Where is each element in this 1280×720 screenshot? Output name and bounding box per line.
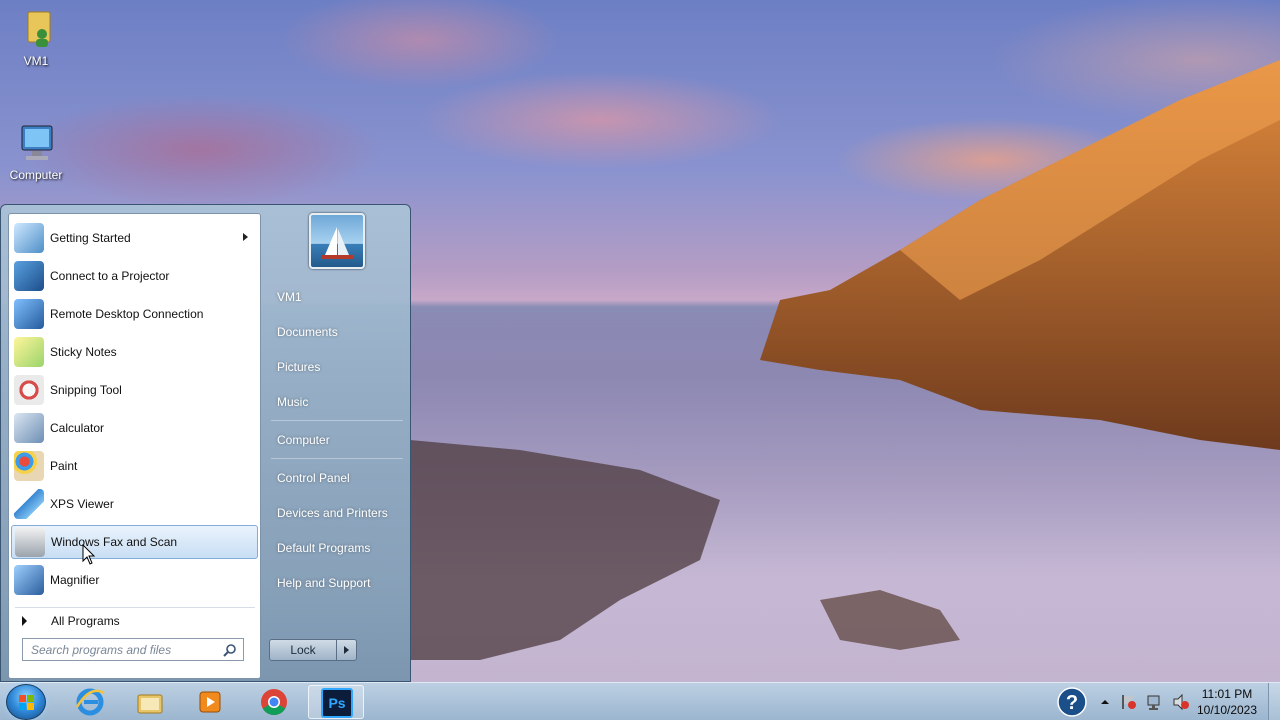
computer-icon (14, 122, 58, 166)
remote-desktop-icon (14, 299, 44, 329)
action-center-flag-icon[interactable] (1120, 693, 1138, 711)
link-vm1[interactable]: VM1 (269, 283, 405, 311)
snipping-tool-icon (14, 375, 44, 405)
program-item-xps-viewer[interactable]: XPS Viewer (11, 487, 258, 521)
program-list: Getting Started Connect to a Projector R… (8, 213, 261, 679)
link-label: Documents (277, 325, 338, 339)
getting-started-icon (14, 223, 44, 253)
clock[interactable]: 11:01 PM 10/10/2023 (1194, 686, 1260, 718)
fax-scan-icon (15, 527, 45, 557)
program-label: Getting Started (50, 231, 131, 245)
shutdown-options-button[interactable] (336, 639, 357, 661)
taskbar-internet-explorer[interactable] (62, 685, 118, 719)
program-label: Connect to a Projector (50, 269, 170, 283)
lock-button[interactable]: Lock (269, 639, 337, 661)
paint-icon (14, 451, 44, 481)
link-label: Control Panel (277, 471, 350, 485)
program-label: Remote Desktop Connection (50, 307, 204, 321)
chevron-right-icon (344, 646, 349, 654)
link-label: Music (277, 395, 309, 409)
start-menu-right-pane: VM1 Documents Pictures Music Computer Co… (263, 205, 410, 681)
help-icon[interactable]: ? (1056, 686, 1088, 718)
divider (271, 420, 403, 421)
program-item-remote-desktop[interactable]: Remote Desktop Connection (11, 297, 258, 331)
desktop-icon-label: Computer (9, 168, 63, 182)
xps-viewer-icon (14, 489, 44, 519)
program-label: Calculator (50, 421, 105, 435)
calculator-icon (14, 413, 44, 443)
program-item-calculator[interactable]: Calculator (11, 411, 258, 445)
photoshop-label: Ps (328, 695, 346, 711)
projector-icon (14, 261, 44, 291)
link-label: Pictures (277, 360, 321, 374)
show-hidden-icons-icon[interactable] (1100, 697, 1110, 707)
media-player-icon (199, 691, 221, 713)
search-input[interactable] (31, 642, 219, 657)
program-label: Windows Fax and Scan (51, 535, 178, 549)
user-avatar[interactable] (309, 213, 365, 269)
divider (15, 607, 255, 608)
program-item-snipping-tool[interactable]: Snipping Tool (11, 373, 258, 407)
file-explorer-icon (137, 694, 163, 714)
volume-muted-icon[interactable] (1172, 693, 1190, 711)
program-item-sticky-notes[interactable]: Sticky Notes (11, 335, 258, 369)
svg-text:?: ? (1066, 692, 1078, 714)
program-label: Magnifier (50, 573, 100, 587)
program-item-magnifier[interactable]: Magnifier (11, 563, 258, 597)
mouse-cursor-icon (82, 544, 96, 565)
link-computer[interactable]: Computer (269, 426, 405, 454)
user-folder-icon (14, 8, 58, 52)
taskbar: Ps ? 11:01 PM 10/10/2023 (0, 682, 1280, 720)
show-desktop-button[interactable] (1268, 683, 1280, 720)
taskbar-media-player[interactable] (182, 685, 238, 719)
clock-date: 10/10/2023 (1196, 703, 1258, 717)
photoshop-icon: Ps (321, 688, 353, 718)
link-music[interactable]: Music (269, 388, 405, 416)
program-label: Sticky Notes (50, 345, 117, 359)
link-label: Computer (277, 433, 330, 447)
link-label: Devices and Printers (277, 506, 388, 520)
program-label: Paint (50, 459, 78, 473)
all-programs-button[interactable]: All Programs (17, 610, 257, 632)
link-control-panel[interactable]: Control Panel (269, 464, 405, 492)
windows-logo-icon (19, 695, 35, 711)
program-item-fax-scan[interactable]: Windows Fax and Scan (11, 525, 258, 559)
search-box[interactable] (22, 638, 244, 661)
chrome-icon (261, 689, 287, 716)
magnifier-icon (14, 565, 44, 595)
desktop-icon-computer[interactable]: Computer (0, 122, 72, 182)
start-menu: Getting Started Connect to a Projector R… (0, 204, 411, 682)
sticky-notes-icon (14, 337, 44, 367)
program-item-getting-started[interactable]: Getting Started (11, 221, 258, 255)
program-label: XPS Viewer (50, 497, 114, 511)
link-label: VM1 (277, 290, 302, 304)
link-pictures[interactable]: Pictures (269, 353, 405, 381)
link-help-support[interactable]: Help and Support (269, 569, 405, 597)
lock-label: Lock (290, 643, 316, 657)
program-item-projector[interactable]: Connect to a Projector (11, 259, 258, 293)
taskbar-file-explorer[interactable] (122, 685, 178, 719)
all-programs-label: All Programs (51, 614, 120, 628)
link-devices-printers[interactable]: Devices and Printers (269, 499, 405, 527)
submenu-arrow-icon[interactable] (243, 233, 248, 241)
link-default-programs[interactable]: Default Programs (269, 534, 405, 562)
program-item-paint[interactable]: Paint (11, 449, 258, 483)
clock-time: 11:01 PM (1201, 687, 1253, 701)
internet-explorer-icon (75, 688, 105, 716)
desktop-icon-label: VM1 (23, 54, 49, 68)
start-button[interactable] (6, 684, 46, 720)
link-label: Default Programs (277, 541, 371, 555)
network-icon[interactable] (1146, 693, 1164, 711)
search-icon[interactable] (223, 643, 237, 657)
link-documents[interactable]: Documents (269, 318, 405, 346)
desktop-icon-vm1[interactable]: VM1 (0, 8, 72, 68)
taskbar-photoshop[interactable]: Ps (308, 685, 364, 719)
link-label: Help and Support (277, 576, 371, 590)
program-label: Snipping Tool (50, 383, 122, 397)
taskbar-chrome[interactable] (246, 685, 302, 719)
divider (271, 458, 403, 459)
expand-arrow-icon (22, 616, 27, 626)
